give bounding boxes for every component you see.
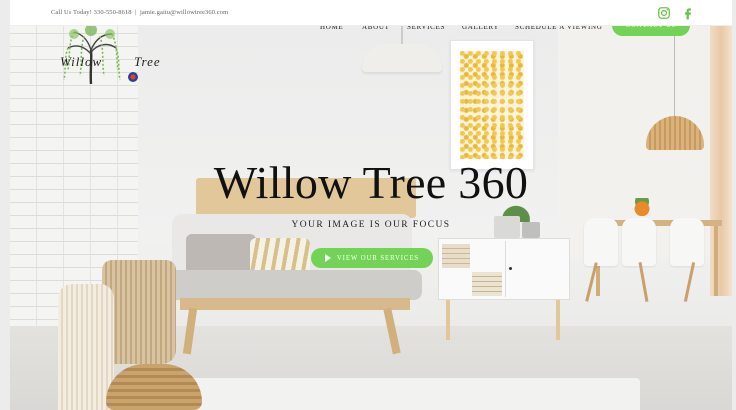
view-services-button[interactable]: VIEW OUR SERVICES	[311, 248, 433, 268]
instagram-icon[interactable]	[657, 6, 671, 20]
hero-tagline: YOUR IMAGE IS OUR FOCUS	[291, 220, 451, 230]
facebook-icon[interactable]	[681, 6, 695, 20]
page: Call Us Today! 330-550-8618 | jamie.gait…	[10, 0, 732, 410]
pendant-lamp	[362, 26, 442, 74]
knit-blanket	[58, 284, 114, 410]
books	[442, 244, 470, 268]
sofa-cushion	[160, 270, 422, 300]
site-logo[interactable]: Willow Tree	[50, 24, 190, 94]
cabinet-leg	[556, 300, 560, 340]
view-services-label: VIEW OUR SERVICES	[336, 254, 420, 262]
logo-word-tree: Tree	[134, 54, 161, 69]
chair-leg	[683, 262, 696, 302]
books	[472, 272, 502, 296]
contact-info: Call Us Today! 330-550-8618 | jamie.gait…	[51, 9, 228, 16]
contact-text: Call Us Today! 330-550-8618 | jamie.gait…	[51, 9, 229, 16]
play-icon	[324, 254, 331, 262]
top-bar: Call Us Today! 330-550-8618 | jamie.gait…	[10, 0, 732, 26]
logo-word-willow: Willow	[60, 54, 103, 69]
wall-art-frame	[450, 40, 534, 170]
cabinet-leg	[446, 300, 450, 340]
chair-leg	[638, 262, 649, 302]
rattan-lamp-cord	[674, 26, 675, 118]
rug	[180, 378, 640, 410]
logo-360-badge	[128, 72, 138, 82]
sofa-base	[180, 298, 410, 310]
table-leg	[714, 226, 718, 296]
hero-title: Willow Tree 360	[213, 157, 529, 208]
